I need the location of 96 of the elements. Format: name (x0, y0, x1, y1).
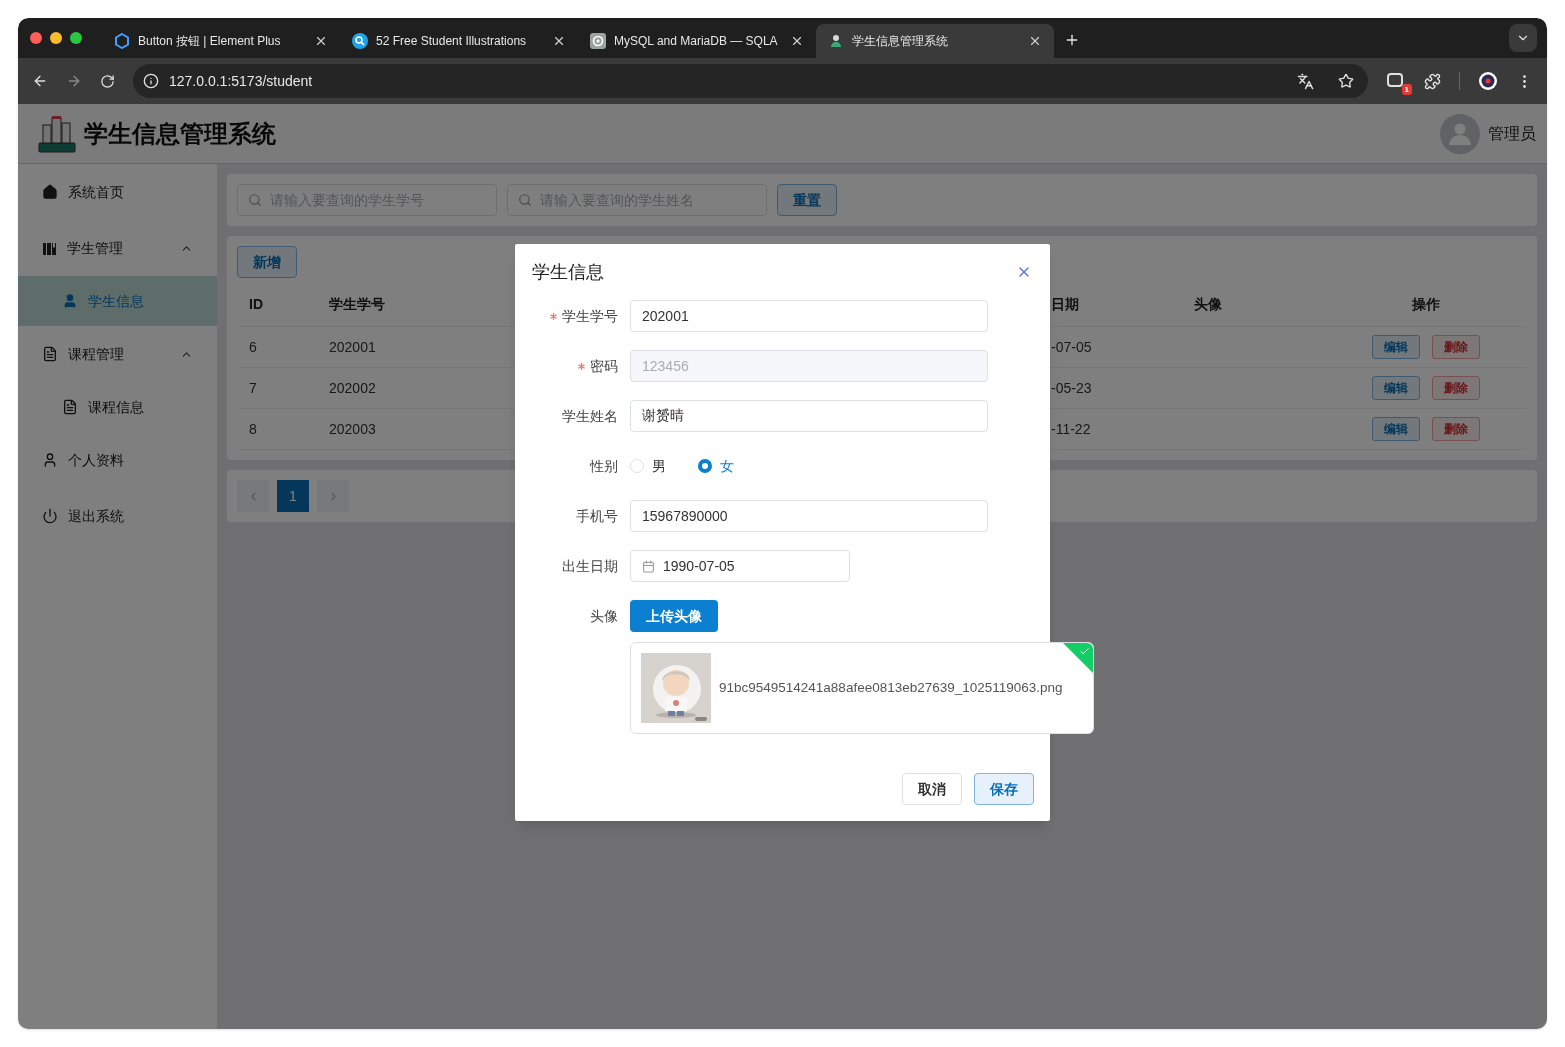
bookmark-star-icon[interactable] (1338, 73, 1354, 89)
table-cell: -07-05 (1051, 339, 1092, 355)
column-header: ID (249, 296, 263, 312)
column-header: 操作 (1411, 296, 1440, 312)
input-field[interactable]: 15967890000 (630, 500, 988, 532)
table-cell: 202003 (329, 421, 376, 437)
info-icon[interactable] (143, 73, 159, 89)
field-label: 密码 (590, 356, 618, 376)
translate-icon[interactable] (1297, 72, 1314, 90)
field-label: 性别 (590, 456, 618, 476)
delete-button[interactable]: 删除 (1431, 417, 1480, 441)
tab-title: Button 按钮 | Element Plus (138, 33, 282, 50)
close-icon[interactable] (314, 34, 328, 48)
file-name: 91bc9549514241a88afee0813eb27639_1025119063.png (719, 678, 1063, 697)
hexagon-logo-icon (114, 33, 130, 49)
power-icon (42, 508, 58, 524)
new-tab-icon[interactable] (1064, 32, 1080, 48)
tab-title: MySQL and MariaDB — SQLA (614, 33, 779, 50)
field-label: 头像 (590, 606, 618, 626)
add-button[interactable]: 新增 (237, 246, 297, 278)
table-cell: -11-22 (1051, 421, 1091, 437)
edit-button[interactable]: 编辑 (1371, 417, 1420, 441)
forward-icon[interactable] (66, 73, 82, 89)
table-cell: 6 (249, 339, 257, 355)
edit-button[interactable]: 编辑 (1371, 335, 1420, 359)
field-label: 学生姓名 (562, 406, 618, 426)
radio-option[interactable]: 女 (698, 455, 734, 477)
column-header: 日期 (1051, 296, 1079, 312)
input-field[interactable]: 202001 (630, 300, 988, 332)
url-text: 127.0.0.1:5173/student (169, 71, 314, 91)
radio-option[interactable]: 男 (630, 455, 666, 477)
close-icon[interactable] (1028, 34, 1042, 48)
search-icon (518, 193, 532, 207)
avatar-icon (1440, 113, 1480, 154)
reload-icon[interactable] (100, 73, 115, 89)
browser-tab[interactable]: MySQL and MariaDB — SQLA (578, 24, 816, 58)
field-label: 出生日期 (562, 556, 618, 576)
sidebar-item[interactable]: 课程管理 (18, 326, 217, 382)
dialog-title: 学生信息 (532, 260, 604, 284)
cancel-button[interactable]: 取消 (902, 773, 962, 805)
input-field[interactable]: 谢赟晴 (630, 400, 988, 432)
calendar-icon (642, 559, 655, 573)
user-name: 管理员 (1488, 123, 1536, 144)
upload-button[interactable]: 上传头像 (630, 600, 718, 632)
table-cell: 8 (249, 421, 257, 437)
home-icon (42, 184, 58, 200)
browser-tab[interactable]: Button 按钮 | Element Plus (102, 24, 340, 58)
delete-button[interactable]: 删除 (1431, 335, 1480, 359)
delete-button[interactable]: 删除 (1431, 376, 1480, 400)
sidebar-item[interactable]: 学生管理 (18, 220, 217, 276)
user-icon (62, 293, 78, 309)
sidebar-item[interactable]: 系统首页 (18, 164, 217, 220)
notification-badge: 1 (1401, 84, 1412, 95)
close-icon[interactable] (552, 34, 566, 48)
browser-tab[interactable]: 学生信息管理系统 (816, 24, 1054, 58)
sidebar-subitem[interactable]: 课程信息 (18, 382, 217, 432)
table-cell: 202002 (329, 380, 376, 396)
document-icon (62, 399, 78, 415)
tab-list-button[interactable] (1509, 24, 1537, 52)
edit-button[interactable]: 编辑 (1371, 376, 1420, 400)
app-title: 学生信息管理系统 (84, 118, 277, 149)
address-bar[interactable]: 127.0.0.1:5173/student (133, 64, 1368, 98)
date-field[interactable]: 1990-07-05 (630, 550, 850, 582)
table-cell: 7 (249, 380, 257, 396)
person-logo-icon (828, 33, 844, 49)
check-icon (1079, 646, 1090, 657)
save-button[interactable]: 保存 (974, 773, 1034, 805)
browser-tab[interactable]: 52 Free Student Illustrations (340, 24, 578, 58)
tab-title: 52 Free Student Illustrations (376, 33, 528, 50)
field-label: 手机号 (576, 506, 618, 526)
search-logo-icon (352, 33, 368, 49)
close-window-icon[interactable] (30, 32, 42, 44)
table-cell: 202001 (329, 339, 376, 355)
sidebar-item[interactable]: 个人资料 (18, 432, 217, 488)
radio-unchecked-icon (630, 459, 644, 473)
extension-icon[interactable] (1386, 71, 1404, 89)
back-icon[interactable] (32, 73, 48, 89)
maximize-window-icon[interactable] (70, 32, 82, 44)
minimize-window-icon[interactable] (50, 32, 62, 44)
table-cell: -05-23 (1051, 380, 1092, 396)
puzzle-icon[interactable] (1424, 72, 1441, 90)
user-icon (42, 452, 58, 468)
column-header: 头像 (1194, 296, 1222, 312)
target-logo-icon (590, 33, 606, 49)
reset-button[interactable]: 重置 (777, 184, 837, 216)
column-header: 学生学号 (329, 296, 385, 312)
field-label: 学生学号 (562, 306, 618, 326)
search-icon (248, 193, 262, 207)
books-icon (42, 240, 57, 256)
profile-icon[interactable] (1478, 71, 1498, 91)
tab-title: 学生信息管理系统 (852, 33, 949, 50)
close-icon[interactable] (790, 34, 804, 48)
books-logo-icon (38, 114, 76, 153)
sidebar-item[interactable]: 退出系统 (18, 488, 217, 544)
page-button[interactable]: 1 (277, 480, 309, 512)
radio-checked-icon (698, 459, 712, 473)
